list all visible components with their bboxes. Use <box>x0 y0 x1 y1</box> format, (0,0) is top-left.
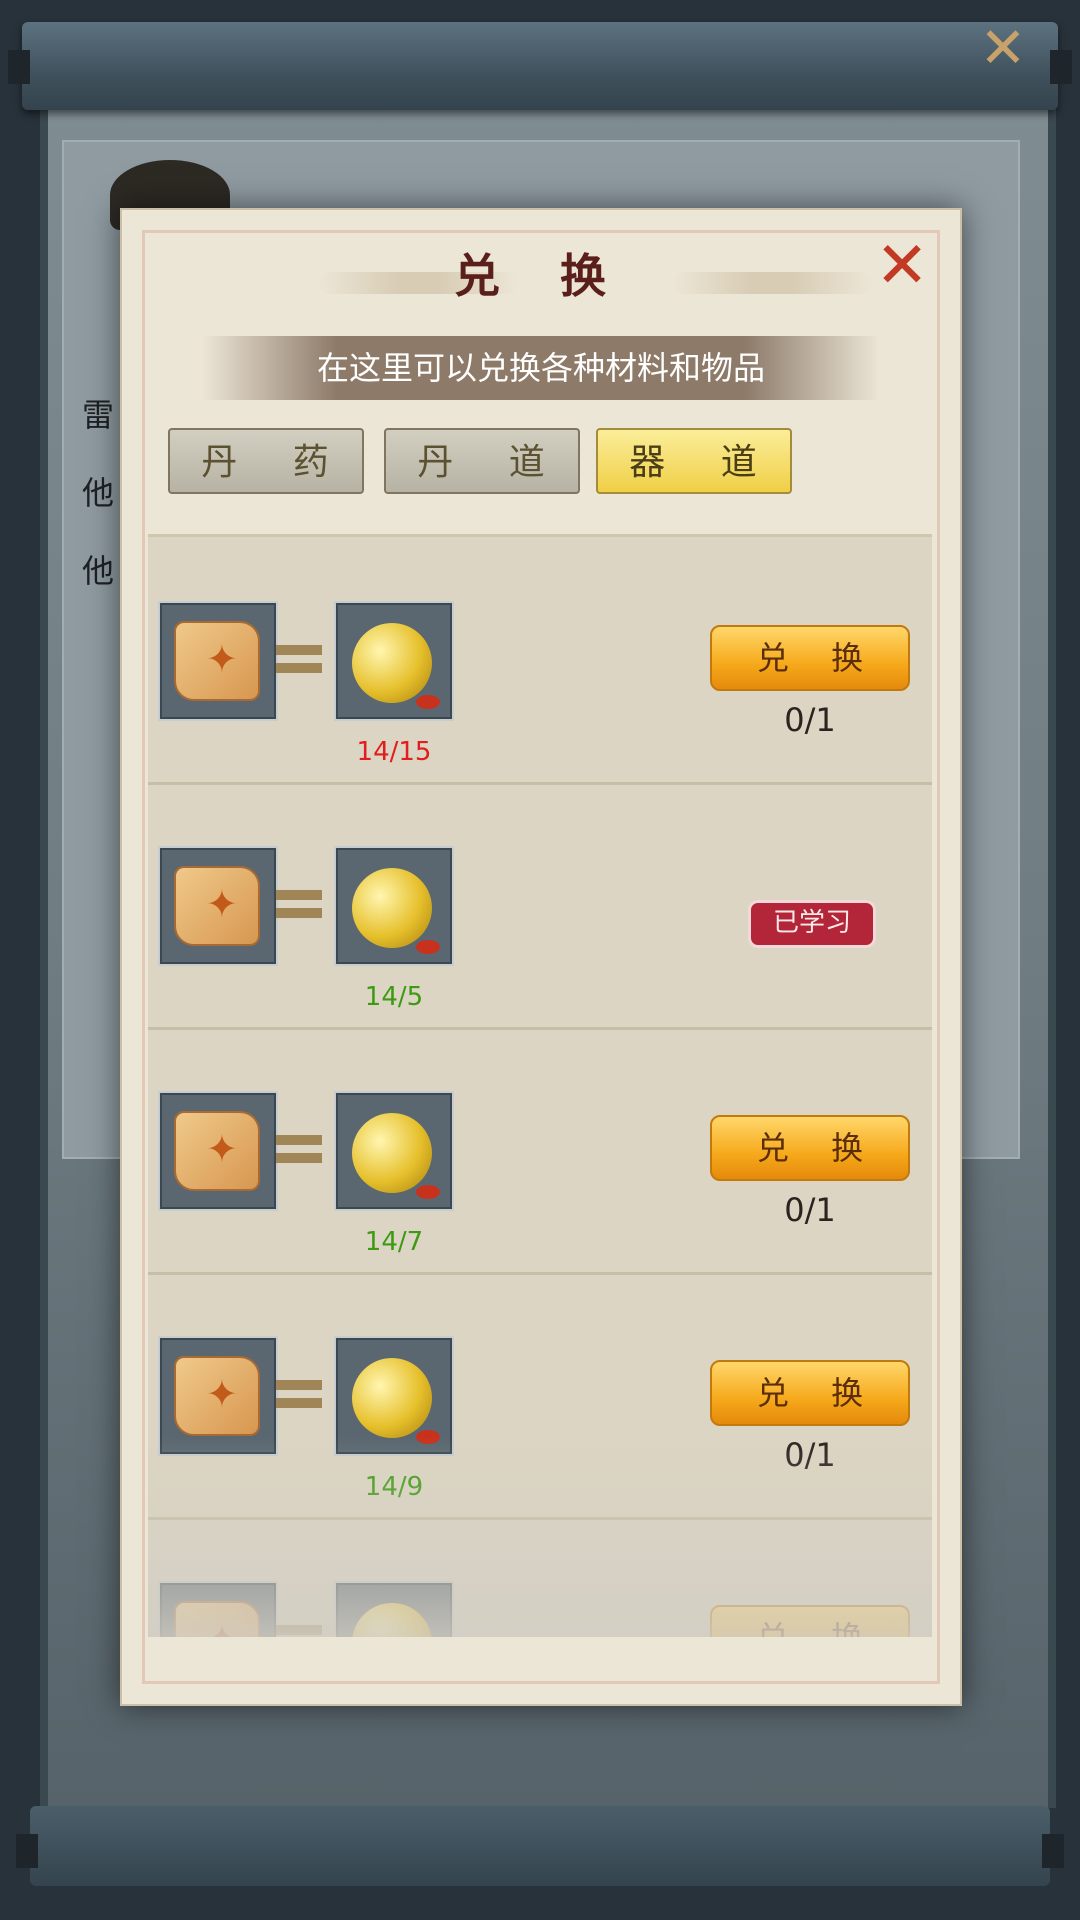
exchange-button[interactable]: 兑 换 <box>710 1605 910 1637</box>
dialog-title: 兑 换 <box>453 249 628 303</box>
recipe-scroll-icon <box>174 1356 260 1436</box>
exchange-row: 14/5 已学习 <box>148 782 932 1030</box>
rod-end-right <box>1042 1834 1064 1868</box>
cost-slot[interactable] <box>334 1336 454 1456</box>
cost-count: 14/15 <box>356 737 432 767</box>
learned-badge: 已学习 <box>748 900 876 948</box>
background-close-icon[interactable]: ✕ <box>976 21 1030 77</box>
equals-icon <box>276 1621 322 1637</box>
exchange-button[interactable]: 兑 换 <box>710 1360 910 1426</box>
exchange-limit: 0/1 <box>784 1436 836 1474</box>
cost-slot[interactable] <box>334 1581 454 1637</box>
exchange-row: 14/9 兑 换 0/1 <box>148 1272 932 1520</box>
tab-alchemy[interactable]: 丹 道 <box>384 428 580 494</box>
jade-coin-icon <box>352 868 440 954</box>
exchange-dialog: 兑 换 ✕ 在这里可以兑换各种材料和物品 丹 药 丹 道 器 道 14/15 兑… <box>120 208 962 1706</box>
background-scroll-top-rod <box>8 22 1072 110</box>
jade-coin-icon <box>352 1113 440 1199</box>
background-text-line-3: 他 <box>82 552 115 590</box>
rod-end-left <box>16 1834 38 1868</box>
background-scroll-bottom-rod <box>16 1806 1064 1886</box>
exchange-limit: 0/1 <box>784 701 836 739</box>
equals-icon <box>276 1376 322 1412</box>
recipe-scroll-icon <box>174 1111 260 1191</box>
exchange-row: 兑 换 <box>148 1517 932 1637</box>
recipe-slot[interactable] <box>158 1581 278 1637</box>
exchange-button[interactable]: 兑 换 <box>710 625 910 691</box>
recipe-slot[interactable] <box>158 1336 278 1456</box>
cost-slot[interactable] <box>334 846 454 966</box>
cost-count: 14/5 <box>364 982 424 1012</box>
exchange-row: 14/15 兑 换 0/1 <box>148 537 932 785</box>
dialog-subtitle: 在这里可以兑换各种材料和物品 <box>202 336 880 400</box>
recipe-slot[interactable] <box>158 846 278 966</box>
rod-end-left <box>8 50 30 84</box>
cost-slot[interactable] <box>334 601 454 721</box>
background-text-line-1: 雷 <box>82 396 115 434</box>
jade-coin-icon <box>352 1358 440 1444</box>
recipe-slot[interactable] <box>158 1091 278 1211</box>
recipe-slot[interactable] <box>158 601 278 721</box>
recipe-scroll-icon <box>174 866 260 946</box>
recipe-scroll-icon <box>174 621 260 701</box>
close-icon[interactable]: ✕ <box>874 234 930 298</box>
cost-count: 14/9 <box>364 1472 424 1502</box>
recipe-scroll-icon <box>174 1601 260 1637</box>
jade-coin-icon <box>352 623 440 709</box>
jade-coin-icon <box>352 1603 432 1637</box>
cost-count: 14/7 <box>364 1227 424 1257</box>
exchange-row: 14/7 兑 换 0/1 <box>148 1027 932 1275</box>
exchange-list[interactable]: 14/15 兑 换 0/1 14/5 已学习 14/7 <box>148 534 932 1637</box>
tab-artifact[interactable]: 器 道 <box>596 428 792 494</box>
rod-end-right <box>1050 50 1072 84</box>
exchange-button[interactable]: 兑 换 <box>710 1115 910 1181</box>
equals-icon <box>276 886 322 922</box>
tab-medicine[interactable]: 丹 药 <box>168 428 364 494</box>
background-text-line-2: 他 <box>82 474 115 512</box>
equals-icon <box>276 1131 322 1167</box>
cost-slot[interactable] <box>334 1091 454 1211</box>
equals-icon <box>276 641 322 677</box>
exchange-limit: 0/1 <box>784 1191 836 1229</box>
